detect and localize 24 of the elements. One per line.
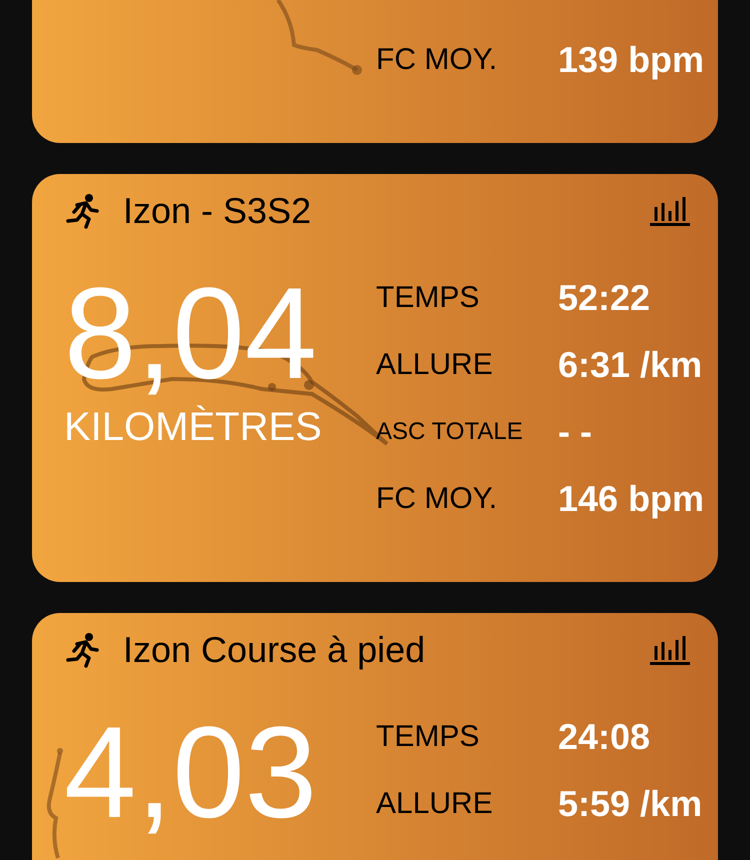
activity-title: Izon - S3S2 [123, 193, 312, 229]
stat-value: - - [558, 410, 592, 454]
runner-icon [64, 193, 100, 229]
distance-value: 8,04 [64, 268, 318, 398]
stat-label: ALLURE [376, 786, 494, 822]
stat-value: 6:31 /km [558, 342, 702, 386]
activity-title: Izon Course à pied [123, 632, 426, 668]
runner-icon [64, 632, 100, 668]
stat-value: 24:08 [558, 714, 650, 758]
distance-unit: KILOMÈTRES [64, 407, 322, 447]
distance-value: 4,03 [64, 707, 318, 837]
stat-label: ASC TOTALE [376, 416, 524, 446]
stat-value: 52:22 [558, 276, 650, 320]
stat-label: FC MOY. [376, 42, 498, 78]
activity-card[interactable]: FC MOY. 139 bpm [32, 0, 718, 143]
stat-label: FC MOY. [376, 481, 498, 517]
stat-label: TEMPS [376, 719, 480, 755]
activity-card[interactable]: Izon - S3S2 8,04 KILOMÈTRES TEMPS 52:22 ALLURE 6:31 /km ASC TOTALE - - FC MOY. 146 bpm [32, 174, 718, 582]
stat-value: 139 bpm [558, 38, 704, 82]
stat-label: TEMPS [376, 280, 480, 316]
stat-value: 5:59 /km [558, 782, 702, 826]
activity-card[interactable]: Izon Course à pied 4,03 TEMPS 24:08 ALLURE 5:59 /km [32, 613, 718, 860]
stat-value: 146 bpm [558, 476, 704, 520]
stat-label: ALLURE [376, 347, 494, 383]
